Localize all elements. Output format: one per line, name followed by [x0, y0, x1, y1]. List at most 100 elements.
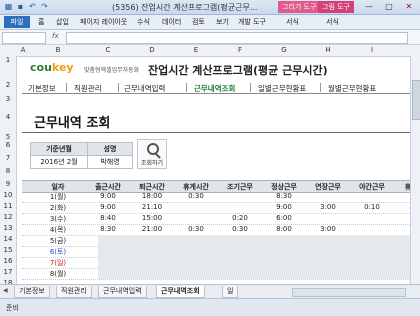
- row-shading: [98, 257, 420, 268]
- column-header[interactable]: E: [174, 46, 218, 54]
- drawing-tools-tab[interactable]: 그리기 도구: [278, 1, 321, 13]
- cell-date[interactable]: 3(수): [30, 214, 86, 224]
- vertical-scrollbar[interactable]: [410, 56, 420, 284]
- row-header[interactable]: 9: [0, 180, 17, 191]
- search-button[interactable]: 조회하기: [137, 139, 167, 169]
- picture-tools-tab[interactable]: 그림 도구: [318, 1, 354, 13]
- tab-file[interactable]: 파일: [4, 16, 30, 28]
- cell-clock-out[interactable]: 21:00: [130, 225, 174, 233]
- column-header[interactable]: C: [86, 46, 130, 54]
- column-header[interactable]: I: [350, 46, 394, 54]
- row-header[interactable]: 8: [0, 167, 17, 180]
- title-bar: ▦ ▪ ↶ ↷ (5356) 잔업시간 계산프로그램(평균근무... 그리기 도…: [0, 0, 420, 15]
- row-header[interactable]: 16: [0, 257, 17, 268]
- row-header[interactable]: 13: [0, 224, 17, 235]
- row-header[interactable]: 14: [0, 235, 17, 246]
- cell-date[interactable]: 5(금): [30, 236, 86, 246]
- tab-view[interactable]: 보기: [216, 17, 229, 27]
- column-header[interactable]: B: [30, 46, 86, 54]
- tab-format-drawing[interactable]: 서식: [286, 17, 299, 27]
- sheet-tab-bar: ◀ 기본정보 직원관리 근무내역입력 근무내역조회 일: [0, 284, 420, 298]
- column-header[interactable]: H: [306, 46, 350, 54]
- row-header[interactable]: 12: [0, 213, 17, 224]
- sheet-tab-work-inquiry[interactable]: 근무내역조회: [156, 286, 205, 298]
- cell-date[interactable]: 8(월): [30, 269, 86, 279]
- column-header[interactable]: F: [218, 46, 262, 54]
- cell-date[interactable]: 4(목): [30, 225, 86, 235]
- formula-input[interactable]: [66, 32, 408, 44]
- coukey-logo: coukey: [30, 61, 74, 74]
- period-input[interactable]: 2016년 2월: [30, 155, 88, 169]
- cell-overtime[interactable]: 3:00: [306, 225, 350, 233]
- save-icon[interactable]: ▪: [16, 2, 25, 11]
- redo-icon[interactable]: ↷: [40, 2, 49, 11]
- excel-app-icon[interactable]: ▦: [4, 2, 13, 11]
- row-header[interactable]: 4: [0, 101, 17, 133]
- column-header[interactable]: A: [16, 46, 30, 54]
- menu-separator: [320, 83, 321, 92]
- tab-data[interactable]: 데이터: [162, 17, 181, 27]
- cell-date[interactable]: 7(일): [30, 258, 86, 268]
- cell-normal[interactable]: 9:00: [262, 203, 306, 211]
- cell-clock-in[interactable]: 9:00: [86, 203, 130, 211]
- fx-icon[interactable]: fx: [52, 32, 59, 40]
- cell-normal[interactable]: 6:00: [262, 214, 306, 222]
- column-header[interactable]: D: [130, 46, 174, 54]
- minimize-button[interactable]: —: [360, 1, 378, 12]
- sheet-tab-work-entry[interactable]: 근무내역입력: [98, 286, 147, 298]
- cell-date[interactable]: 2(화): [30, 203, 86, 213]
- tab-page-layout[interactable]: 페이지 레이아웃: [80, 17, 127, 27]
- row-header[interactable]: 11: [0, 202, 17, 213]
- row-header[interactable]: 17: [0, 268, 17, 279]
- horizontal-scrollbar[interactable]: [292, 288, 406, 297]
- row-header[interactable]: 1: [0, 56, 17, 81]
- row-header[interactable]: 2: [0, 81, 17, 95]
- menu-separator: [66, 83, 67, 92]
- row-header[interactable]: 6: [0, 141, 17, 154]
- cell-clock-out[interactable]: 21:10: [130, 203, 174, 211]
- search-button-label: 조회하기: [140, 160, 164, 167]
- row-shading: [98, 246, 420, 257]
- cell-normal[interactable]: 8:30: [262, 192, 306, 200]
- row-header[interactable]: 5: [0, 133, 17, 141]
- cell-clock-out[interactable]: 18:00: [130, 192, 174, 200]
- undo-icon[interactable]: ↶: [28, 2, 37, 11]
- row-header[interactable]: 10: [0, 191, 17, 202]
- cell-clock-in[interactable]: 8:40: [86, 214, 130, 222]
- sheet-tab-daily[interactable]: 일: [222, 286, 239, 298]
- close-button[interactable]: ✕: [400, 1, 418, 12]
- tab-home[interactable]: 홈: [38, 17, 44, 27]
- cell-rest[interactable]: 0:30: [174, 192, 218, 200]
- page-title: 근무내역 조회: [34, 116, 111, 131]
- cell-date[interactable]: 6(토): [30, 247, 86, 257]
- scroll-thumb[interactable]: [412, 80, 420, 120]
- cell-rest[interactable]: 0:30: [174, 225, 218, 233]
- row-header[interactable]: 7: [0, 154, 17, 167]
- tab-format-picture[interactable]: 서식: [326, 17, 339, 27]
- cell-date[interactable]: 1(월): [30, 192, 86, 202]
- sheet-tab-employee[interactable]: 직원관리: [56, 286, 92, 298]
- column-header[interactable]: G: [262, 46, 306, 54]
- name-box[interactable]: [2, 32, 46, 44]
- cell-overtime[interactable]: 3:00: [306, 203, 350, 211]
- tab-developer[interactable]: 개발 도구: [238, 17, 266, 27]
- maximize-button[interactable]: □: [380, 1, 398, 12]
- first-sheet-icon[interactable]: ◀: [3, 287, 8, 294]
- tab-review[interactable]: 검토: [192, 17, 205, 27]
- name-input[interactable]: 박해영: [87, 155, 133, 169]
- row-header[interactable]: 15: [0, 246, 17, 257]
- title-divider: [22, 132, 414, 133]
- sheet-tab-basic-info[interactable]: 기본정보: [14, 286, 50, 298]
- cell-clock-in[interactable]: 9:00: [86, 192, 130, 200]
- column-header-bar: A B C D E F G H I: [0, 45, 420, 57]
- tab-insert[interactable]: 삽입: [56, 17, 69, 27]
- cell-normal[interactable]: 8:00: [262, 225, 306, 233]
- cell-clock-out[interactable]: 15:00: [130, 214, 174, 222]
- logo-text-accent: key: [51, 61, 74, 74]
- cell-early[interactable]: 0:30: [218, 225, 262, 233]
- tab-formulas[interactable]: 수식: [137, 17, 150, 27]
- cell-night[interactable]: 0:10: [350, 203, 394, 211]
- menu-divider: [22, 93, 414, 94]
- cell-clock-in[interactable]: 8:30: [86, 225, 130, 233]
- cell-early[interactable]: 0:20: [218, 214, 262, 222]
